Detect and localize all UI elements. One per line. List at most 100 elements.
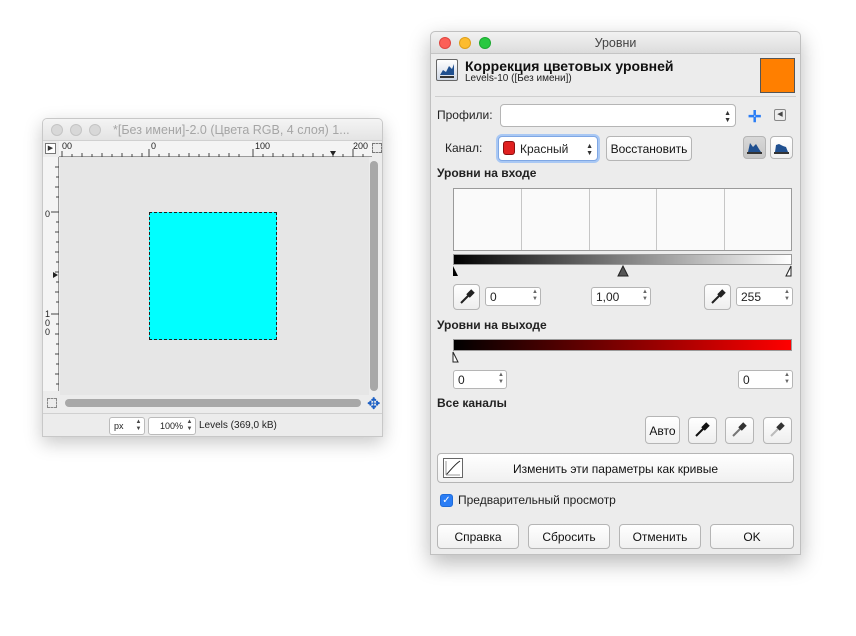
eyedropper-gray-icon <box>732 422 747 437</box>
output-high-spin[interactable]: 0 ▲ ▼ <box>738 370 793 389</box>
minimize-button[interactable] <box>70 124 82 136</box>
image-window-title: *[Без имени]-2.0 (Цвета RGB, 4 слоя) 1..… <box>113 123 350 137</box>
presets-label: Профили: <box>437 108 493 122</box>
input-gradient <box>453 254 792 265</box>
output-sliders[interactable] <box>449 351 799 363</box>
image-layer-cyan <box>149 212 277 340</box>
ruler-label: 00 <box>62 141 73 151</box>
white-point-picker[interactable] <box>704 284 731 310</box>
presets-combo[interactable]: ▲ ▼ <box>500 104 736 127</box>
ruler-label: 0 <box>45 327 51 337</box>
zoom-value: 100% <box>159 421 183 431</box>
close-button[interactable] <box>51 124 63 136</box>
chevron-updown-icon: ▲ ▼ <box>532 289 538 302</box>
chevron-updown-icon: ▲ ▼ <box>498 372 504 385</box>
levels-dialog: Уровни Коррекция цветовых уровней Levels… <box>430 31 801 555</box>
input-high-spin[interactable]: 255 ▲ ▼ <box>736 287 793 306</box>
ok-label: OK <box>743 530 761 544</box>
log-histogram-icon <box>774 144 789 154</box>
white-picker-all[interactable] <box>763 417 792 444</box>
input-levels-label: Уровни на входе <box>437 166 537 180</box>
vertical-scrollbar[interactable] <box>370 161 378 391</box>
auto-button[interactable]: Авто <box>645 416 680 444</box>
black-point-handle <box>453 266 458 276</box>
horizontal-scrollbar[interactable] <box>65 399 361 407</box>
chevron-updown-icon: ▲ ▼ <box>784 289 790 302</box>
input-gamma-spin[interactable]: 1,00 ▲ ▼ <box>591 287 651 306</box>
chevron-updown-icon: ▲ ▼ <box>135 419 142 432</box>
input-histogram <box>453 188 792 251</box>
ok-button[interactable]: OK <box>710 524 794 549</box>
preset-menu-icon[interactable]: ◀ <box>774 109 786 121</box>
histogram-gridline <box>724 189 725 250</box>
eyedropper-white-icon <box>770 422 785 437</box>
reset-channel-button[interactable]: Восстановить <box>606 136 692 161</box>
reset-label: Сбросить <box>542 530 596 544</box>
ruler-label: 200 <box>353 141 369 151</box>
black-point-picker[interactable] <box>453 284 480 310</box>
ruler-label: 0 <box>151 141 157 151</box>
vertical-ruler[interactable]: 0 1 0 0 <box>43 157 59 391</box>
preview-checkbox[interactable]: ✓ <box>440 494 453 507</box>
reset-channel-label: Восстановить <box>610 142 688 156</box>
help-button[interactable]: Справка <box>437 524 519 549</box>
color-swatch <box>760 58 795 93</box>
black-picker-all[interactable] <box>688 417 717 444</box>
add-preset-icon[interactable]: ✛ <box>748 107 761 127</box>
output-low-handle <box>452 351 459 363</box>
ruler-label: 0 <box>45 209 51 219</box>
dialog-heading: Коррекция цветовых уровней <box>465 58 674 74</box>
ruler-ticks <box>61 149 364 157</box>
ruler-menu-icon[interactable]: ▶ <box>45 143 56 154</box>
output-low-value: 0 <box>458 373 465 387</box>
image-canvas[interactable] <box>60 157 369 395</box>
output-levels-label: Уровни на выходе <box>437 318 547 332</box>
ruler-label: 100 <box>255 141 271 151</box>
chevron-updown-icon: ▲ ▼ <box>586 143 593 157</box>
image-window: *[Без имени]-2.0 (Цвета RGB, 4 слоя) 1..… <box>42 118 383 437</box>
horizontal-ruler[interactable]: 00 0 100 200 <box>59 141 372 157</box>
input-sliders[interactable] <box>449 265 799 277</box>
channel-value: Красный <box>520 142 569 156</box>
edit-as-curves-label: Изменить эти параметры как кривые <box>512 462 719 476</box>
output-high-value: 0 <box>743 373 750 387</box>
navigate-icon[interactable]: ✥ <box>367 394 380 414</box>
cancel-button[interactable]: Отменить <box>619 524 701 549</box>
curves-icon <box>443 458 463 478</box>
zoom-button[interactable] <box>89 124 101 136</box>
chevron-updown-icon: ▲ ▼ <box>724 110 731 124</box>
ruler-ticks <box>51 166 59 385</box>
reset-button[interactable]: Сбросить <box>528 524 610 549</box>
image-window-titlebar[interactable]: *[Без имени]-2.0 (Цвета RGB, 4 слоя) 1..… <box>43 119 382 141</box>
red-channel-icon <box>503 141 515 155</box>
eyedropper-black-icon <box>695 422 710 437</box>
zoom-to-fit-icon[interactable] <box>372 143 382 153</box>
white-point-handle <box>785 265 792 277</box>
cancel-label: Отменить <box>632 530 688 544</box>
quick-mask-toggle-icon[interactable] <box>47 398 57 408</box>
chevron-updown-icon: ▲ ▼ <box>186 419 193 432</box>
unit-value: px <box>114 421 124 431</box>
zoom-select[interactable]: 100% ▲ ▼ <box>148 417 196 435</box>
eyedropper-icon <box>711 289 726 304</box>
status-text: Levels (369,0 kB) <box>199 420 277 431</box>
linear-histogram-toggle[interactable] <box>743 136 766 159</box>
channel-combo[interactable]: Красный ▲ ▼ <box>498 136 598 161</box>
eyedropper-icon <box>460 289 475 304</box>
levels-titlebar[interactable]: Уровни <box>431 32 800 54</box>
preview-label: Предварительный просмотр <box>458 493 616 507</box>
histogram-gridline <box>656 189 657 250</box>
edit-as-curves-button[interactable]: Изменить эти параметры как кривые <box>437 453 794 483</box>
input-low-spin[interactable]: 0 ▲ ▼ <box>485 287 541 306</box>
linear-histogram-icon <box>747 143 762 154</box>
histogram-gridline <box>589 189 590 250</box>
output-low-spin[interactable]: 0 ▲ ▼ <box>453 370 507 389</box>
input-gamma-value: 1,00 <box>596 290 620 304</box>
channel-label: Канал: <box>445 141 483 155</box>
histogram-gridline <box>521 189 522 250</box>
log-histogram-toggle[interactable] <box>770 136 793 159</box>
unit-select[interactable]: px ▲ ▼ <box>109 417 145 435</box>
gray-picker-all[interactable] <box>725 417 754 444</box>
help-label: Справка <box>454 530 502 544</box>
input-low-value: 0 <box>490 290 497 304</box>
